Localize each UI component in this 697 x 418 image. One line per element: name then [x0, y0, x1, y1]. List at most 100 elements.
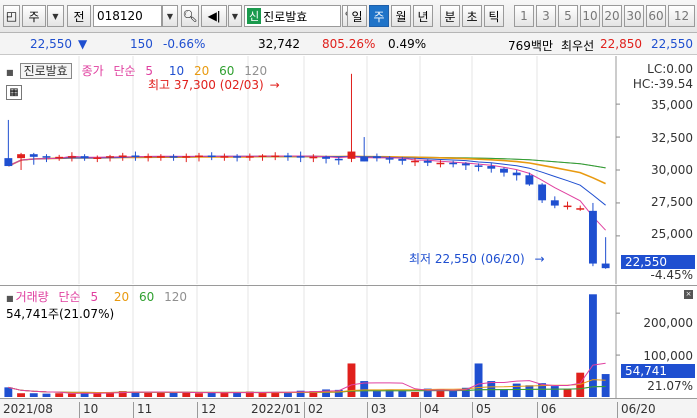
cursor-date: 06/20 [617, 402, 697, 418]
interval-30[interactable]: 30 [624, 5, 644, 27]
candle-body [487, 166, 496, 169]
candle-body [576, 208, 585, 210]
tab-tick-label: 틱 [488, 9, 500, 24]
candle-body [245, 156, 254, 158]
candle-body [436, 162, 445, 165]
y-tick-32500: 32,500 [651, 131, 693, 145]
high-note: 최고 37,300 (02/03) [148, 78, 264, 92]
speaker-icon[interactable]: ◀ǀ [201, 5, 227, 27]
interval-20-label: 20 [604, 9, 620, 23]
tab-tick[interactable]: 틱 [484, 5, 504, 27]
date-label: 06 [537, 402, 556, 418]
date-label: 04 [420, 402, 439, 418]
volume-bar [347, 363, 356, 397]
candle-body [309, 156, 318, 159]
turnover-percent: 0.49% [388, 37, 427, 51]
stock-name-field[interactable]: 신 진로발효 [244, 5, 341, 27]
market-select[interactable]: 주 [22, 5, 46, 27]
down-arrow-icon: ▼ [78, 37, 88, 51]
candle-body [182, 156, 191, 158]
date-label: 10 [79, 402, 98, 418]
volume-bar [411, 391, 419, 397]
candle-body [271, 155, 280, 158]
toolbar: ◰ 주 ▼ 전 018120 ▼ 🔍︎ ◀ǀ ▼ 신 진로발효 ✎ 일 주 월 … [0, 0, 697, 33]
volume-bar [550, 386, 559, 397]
volume-legend: ■ 거래량 단순 5 20 60 120 [6, 288, 193, 305]
vol-legend-ma5: 5 [90, 290, 99, 304]
current-price: 22,550 [30, 37, 72, 51]
interval-30-label: 30 [626, 9, 642, 23]
candle-body [461, 163, 470, 166]
tab-day[interactable]: 일 [347, 5, 367, 27]
code-input[interactable]: 018120 [93, 5, 162, 27]
candle-body [411, 160, 419, 163]
date-label: 11 [133, 402, 152, 418]
tab-month[interactable]: 월 [391, 5, 411, 27]
volume-pct: 21.07% [647, 379, 693, 393]
interval-60-label: 60 [648, 9, 664, 23]
best-ask: 22,850 [600, 37, 642, 51]
interval-120-label: 12 [673, 9, 690, 23]
tab-month-label: 월 [395, 9, 407, 24]
price-chart[interactable] [0, 56, 697, 284]
current-price-pct: -4.45% [650, 268, 693, 282]
window-menu-icon[interactable]: ◰ [3, 5, 20, 27]
price-pane[interactable]: ■ 진로발효 종가 단순 5 10 20 60 120 ▦ 최고 37,300 (… [0, 56, 697, 284]
stock-name: 진로발효 [263, 9, 308, 24]
tab-year[interactable]: 년 [413, 5, 433, 27]
vol-legend-ma60: 60 [139, 290, 155, 304]
candle-body [398, 158, 407, 161]
market-dropdown-icon[interactable]: ▼ [47, 5, 64, 27]
candle-body [385, 158, 394, 160]
tab-week[interactable]: 주 [369, 5, 389, 27]
speaker-dropdown-icon[interactable]: ▼ [228, 5, 242, 27]
tab-second[interactable]: 초 [462, 5, 482, 27]
candle-body [258, 155, 267, 158]
volume-bar [55, 393, 64, 397]
low-note: 최저 22,550 (06/20) [409, 252, 525, 266]
high-annotation: 최고 37,300 (02/03) → [148, 78, 280, 92]
interval-5[interactable]: 5 [558, 5, 578, 27]
interval-60[interactable]: 60 [646, 5, 666, 27]
tab-minute[interactable]: 분 [440, 5, 460, 27]
prev-button-label: 전 [73, 9, 85, 24]
volume-title: 거래량 [15, 290, 49, 304]
legend-close: 종가 [81, 64, 104, 78]
volume-bar [156, 392, 165, 397]
candle-body [449, 162, 458, 165]
candle-body [525, 175, 534, 185]
candle-body [550, 200, 559, 206]
interval-3[interactable]: 3 [536, 5, 556, 27]
code-input-value: 018120 [97, 9, 143, 23]
tab-year-label: 년 [417, 9, 429, 24]
interval-20[interactable]: 20 [602, 5, 622, 27]
interval-1[interactable]: 1 [514, 5, 534, 27]
volume-pane[interactable]: ■ 거래량 단순 5 20 60 120 54,741주(21.07%) × 20… [0, 285, 697, 399]
pane-close-icon[interactable]: × [684, 290, 693, 299]
candle-body [55, 156, 64, 159]
interval-120[interactable]: 12 [668, 5, 695, 27]
vol-legend-ma: 단순 [58, 290, 81, 304]
volume-bar [4, 387, 13, 397]
legend-ma: 단순 [113, 64, 136, 78]
candle-body [283, 155, 292, 158]
candle-body [512, 172, 521, 176]
candle-body [144, 156, 153, 158]
candle-body [601, 263, 610, 269]
prev-button[interactable]: 전 [67, 5, 91, 27]
code-dropdown-icon[interactable]: ▼ [162, 5, 178, 27]
candle-body [334, 158, 343, 161]
search-icon[interactable]: 🔍︎ [181, 5, 199, 27]
table-grid-icon[interactable]: ▦ [6, 85, 22, 100]
interval-5-label: 5 [564, 9, 572, 23]
interval-10[interactable]: 10 [580, 5, 600, 27]
candle-body [80, 156, 89, 159]
candle-body [233, 156, 242, 158]
volume-bar [512, 383, 521, 397]
y-tick-25000: 25,000 [651, 227, 693, 241]
candle-body [106, 156, 114, 158]
date-label: 05 [472, 402, 491, 418]
candle-body [322, 156, 331, 159]
best-label: 최우선 [561, 39, 595, 53]
volume-bar [42, 393, 51, 397]
